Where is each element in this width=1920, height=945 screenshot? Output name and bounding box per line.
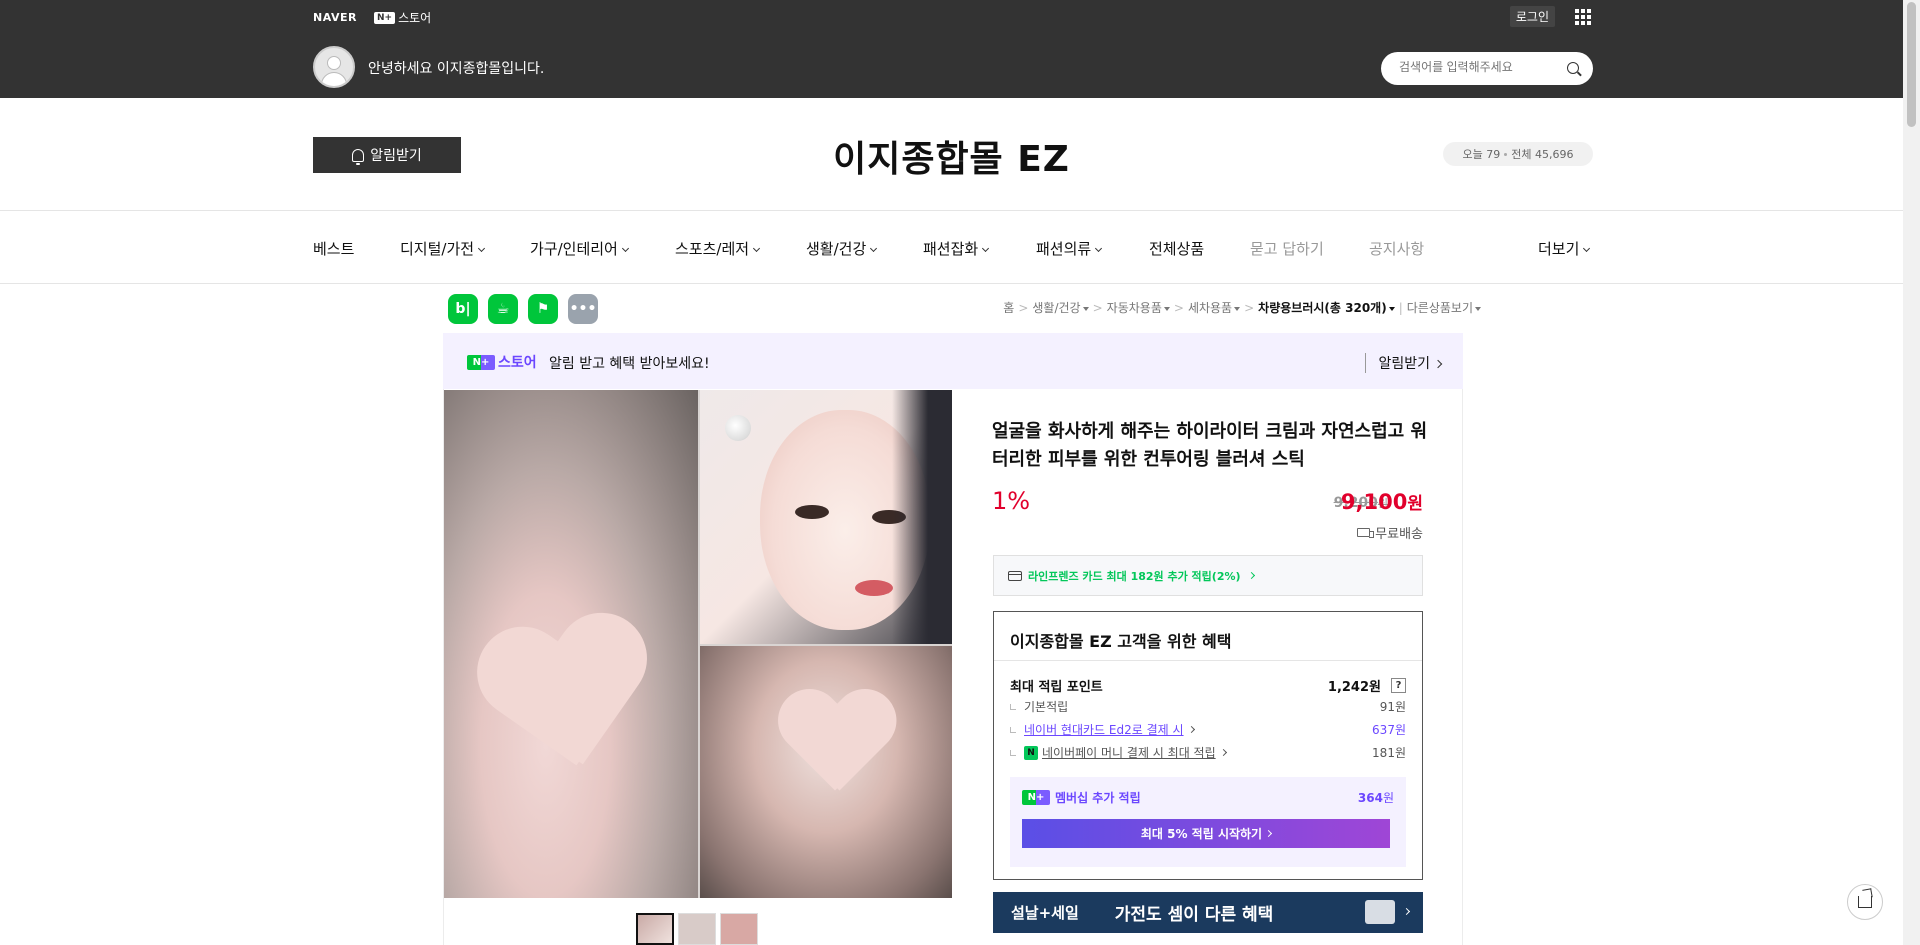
hyundai-card-row: 네이버 현대카드 Ed2로 결제 시 637원	[1010, 721, 1406, 738]
chevron-down-icon	[982, 244, 990, 253]
customer-benefit-box: 이지종합몰 EZ 고객을 위한 혜택 최대 적립 포인트 1,242원? 기본적…	[993, 611, 1423, 880]
naver-logo[interactable]: NAVER	[313, 11, 357, 24]
nav-item-all-products[interactable]: 전체상품	[1149, 238, 1204, 259]
share-icons: b| ☕ ⚑ •••	[448, 294, 598, 324]
chevron-down-icon	[753, 244, 761, 253]
login-button[interactable]: 로그인	[1509, 6, 1555, 27]
breadcrumb-other-products[interactable]: 다른상품보기	[1407, 299, 1481, 316]
apps-grid-icon[interactable]	[1575, 9, 1591, 25]
shipping-info: 무료배송	[1357, 523, 1423, 542]
naver-plus-badge: N+	[374, 11, 396, 24]
product-title: 얼굴을 화사하게 해주는 하이라이터 크림과 자연스럽고 워터리한 피부를 위한…	[992, 421, 1428, 470]
bookmark-icon[interactable]: ⚑	[528, 294, 558, 324]
top-bar: NAVER N+ 스토어 로그인 안녕하세요 이지종합몰입니다.	[0, 0, 1903, 98]
credit-card-icon	[1008, 570, 1022, 581]
promo-message: 알림 받고 혜택 받아보세요!	[549, 356, 710, 372]
hyundai-card-link[interactable]: 네이버 현대카드 Ed2로 결제 시	[1024, 721, 1184, 738]
search-icon[interactable]	[1567, 62, 1579, 74]
thumbnail-2[interactable]	[678, 913, 716, 945]
membership-section: N+ 멤버십 추가 적립 364원 최대 5% 적립 시작하기	[1010, 777, 1406, 867]
help-icon[interactable]: ?	[1391, 678, 1406, 693]
nav-item-digital[interactable]: 디지털/가전	[400, 238, 486, 259]
naver-store-logo[interactable]: N+ 스토어	[374, 9, 431, 26]
nav-item-furniture[interactable]: 가구/인테리어	[530, 238, 629, 259]
highlighter-compact-image	[444, 390, 698, 898]
chevron-down-icon	[870, 244, 878, 253]
nav-item-sports[interactable]: 스포츠/레저	[675, 238, 761, 259]
cafe-share-icon[interactable]: ☕	[488, 294, 518, 324]
npay-link[interactable]: 네이버페이 머니 결제 시 최대 적립	[1042, 744, 1216, 761]
chevron-down-icon	[478, 244, 486, 253]
thumbnail-3[interactable]	[720, 913, 758, 945]
more-icon[interactable]: •••	[568, 294, 598, 324]
breadcrumb-category-3[interactable]: 세차용품	[1188, 299, 1241, 316]
thumbnail-1[interactable]	[636, 913, 674, 945]
search-input[interactable]	[1399, 60, 1559, 74]
chevron-right-icon	[1433, 359, 1443, 369]
naver-store-label: 스토어	[398, 11, 432, 25]
sale-price: 9,100원	[1340, 490, 1423, 514]
nav-item-fashion-clothes[interactable]: 패션의류	[1036, 238, 1103, 259]
nav-item-qna[interactable]: 묻고 답하기	[1250, 238, 1324, 259]
chevron-right-icon	[1247, 571, 1255, 580]
page-scrollbar[interactable]	[1903, 0, 1920, 945]
breadcrumb: 홈 > 생활/건강 > 자동차용품 > 세차용품 > 차량용브러시(총 320개…	[1003, 299, 1481, 316]
product-main-image[interactable]	[444, 390, 952, 898]
store-avatar[interactable]	[313, 46, 355, 88]
breadcrumb-category-2[interactable]: 자동차용품	[1107, 299, 1170, 316]
store-title[interactable]: 이지종합몰 EZ	[0, 130, 1903, 182]
membership-start-button[interactable]: 최대 5% 적립 시작하기	[1022, 819, 1390, 848]
visitor-count: 오늘 79 전체 45,696	[1443, 142, 1593, 166]
naver-plus-badge: N+	[1022, 790, 1050, 805]
chevron-right-icon	[1402, 907, 1411, 916]
truck-icon	[1357, 528, 1375, 538]
nav-item-fashion-goods[interactable]: 패션잡화	[923, 238, 990, 259]
basic-points-row: 기본적립 91원	[1010, 698, 1406, 715]
seollal-sale-banner[interactable]: 설날+세일 가전도 셈이 다른 혜택	[993, 892, 1423, 933]
store-header: 알림받기 이지종합몰 EZ 오늘 79 전체 45,696	[0, 98, 1903, 211]
product-thumbnails	[636, 913, 758, 945]
chevron-down-icon	[621, 244, 629, 253]
breadcrumb-category-1[interactable]: 생활/건강	[1032, 299, 1089, 316]
chevron-down-icon	[1583, 244, 1591, 253]
category-nav: 베스트 디지털/가전 가구/인테리어 스포츠/레저 생활/건강 패션잡화 패션의…	[0, 211, 1903, 284]
discount-rate: 1%	[992, 487, 1031, 515]
nav-item-more[interactable]: 더보기	[1538, 238, 1591, 259]
breadcrumb-home[interactable]: 홈	[1003, 299, 1014, 316]
share-icon	[1858, 896, 1872, 908]
nav-item-notice[interactable]: 공지사항	[1369, 238, 1424, 259]
benefit-title: 이지종합몰 EZ 고객을 위한 혜택	[1010, 632, 1232, 651]
store-greeting: 안녕하세요 이지종합몰입니다.	[368, 61, 545, 77]
blog-share-icon[interactable]: b|	[448, 294, 478, 324]
npay-icon: N	[1024, 745, 1038, 760]
nav-item-best[interactable]: 베스트	[313, 238, 354, 259]
store-search	[1381, 52, 1593, 85]
npay-points-row: N 네이버페이 머니 결제 시 최대 적립 181원	[1010, 744, 1406, 761]
compact-in-hand-image	[700, 646, 952, 898]
share-floating-button[interactable]	[1847, 884, 1883, 920]
promo-alarm-link[interactable]: 알림받기	[1365, 353, 1443, 373]
chevron-down-icon	[1095, 244, 1103, 253]
today-visitors: 오늘 79	[1462, 148, 1501, 161]
total-visitors: 전체 45,696	[1511, 148, 1574, 161]
appliance-icon	[1365, 900, 1395, 924]
store-promo-banner: N+ 스토어 알림 받고 혜택 받아보세요! 알림받기	[443, 333, 1463, 389]
card-benefit-link[interactable]: 라인프렌즈 카드 최대 182원 추가 적립(2%)	[993, 555, 1423, 596]
breadcrumb-category-4[interactable]: 차량용브러시(총 320개)	[1258, 299, 1395, 316]
naver-store-promo-logo: N+ 스토어	[467, 352, 537, 372]
nav-item-living[interactable]: 생활/건강	[806, 238, 878, 259]
model-face-image	[700, 390, 952, 644]
max-points-row: 최대 적립 포인트 1,242원?	[1010, 676, 1406, 695]
